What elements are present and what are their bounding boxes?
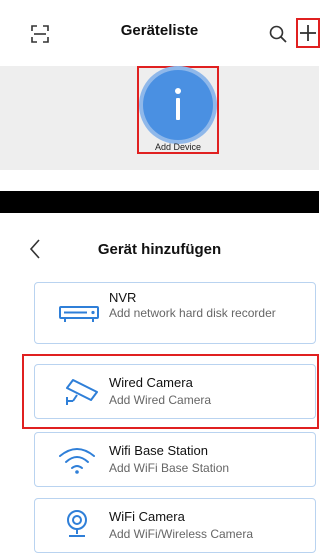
- wifi-icon: [59, 448, 95, 474]
- search-icon[interactable]: [268, 24, 288, 44]
- device-name: Wired Camera: [109, 375, 193, 390]
- device-description: Add Wired Camera: [109, 393, 212, 407]
- page-title-add-device: Gerät hinzufügen: [97, 241, 222, 258]
- device-name: WiFi Camera: [109, 509, 185, 524]
- device-description: Add WiFi Base Station: [109, 461, 230, 475]
- camera-icon: [66, 379, 98, 405]
- device-option-wifi-camera[interactable]: WiFi Camera Add WiFi/Wireless Camera: [34, 498, 316, 553]
- add-device-label: Add Device: [154, 142, 202, 152]
- add-icon[interactable]: [296, 18, 320, 48]
- nvr-icon: [59, 306, 99, 322]
- device-name: Wifi Base Station: [109, 443, 208, 458]
- device-description: Add network hard disk recorder: [109, 306, 276, 320]
- divider-bar: [0, 191, 319, 213]
- wifi-camera-icon: [67, 510, 87, 537]
- device-option-wifi-base-station[interactable]: Wifi Base Station Add WiFi Base Station: [34, 432, 316, 487]
- device-option-nvr[interactable]: NVR Add network hard disk recorder: [34, 282, 316, 344]
- info-icon[interactable]: [143, 70, 213, 140]
- device-option-wired-camera[interactable]: Wired Camera Add Wired Camera: [34, 364, 316, 419]
- device-name: NVR: [109, 290, 137, 305]
- device-description: Add WiFi/Wireless Camera: [109, 527, 254, 541]
